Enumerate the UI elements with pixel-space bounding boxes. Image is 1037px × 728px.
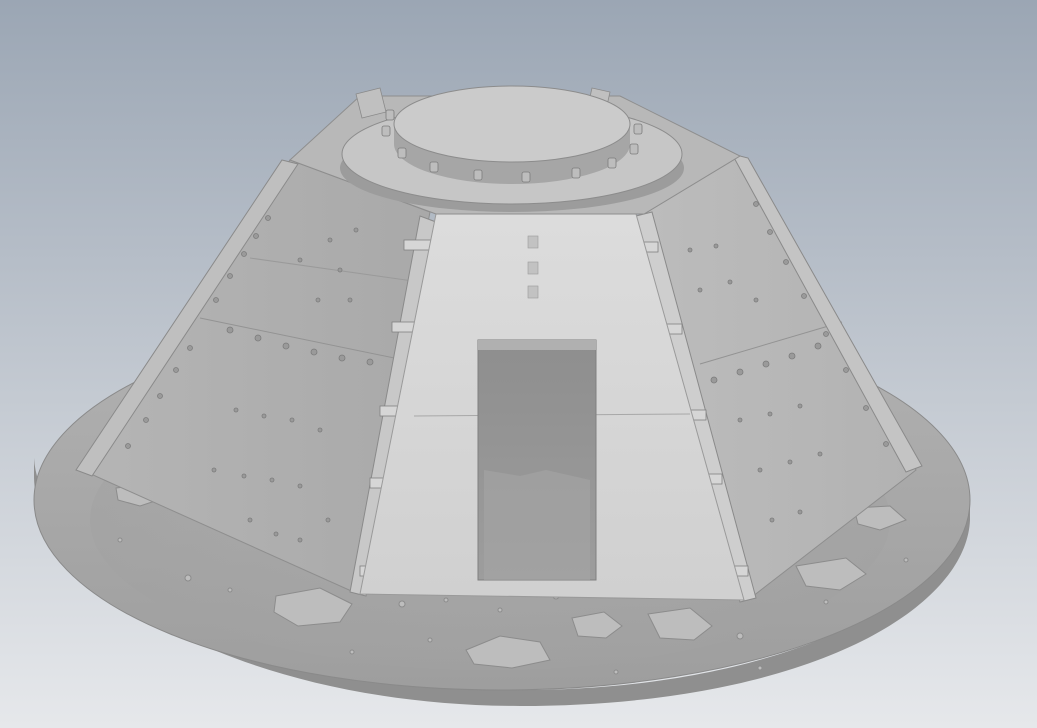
3d-viewport[interactable] (0, 0, 1037, 728)
cad-model-render (33, 85, 971, 706)
